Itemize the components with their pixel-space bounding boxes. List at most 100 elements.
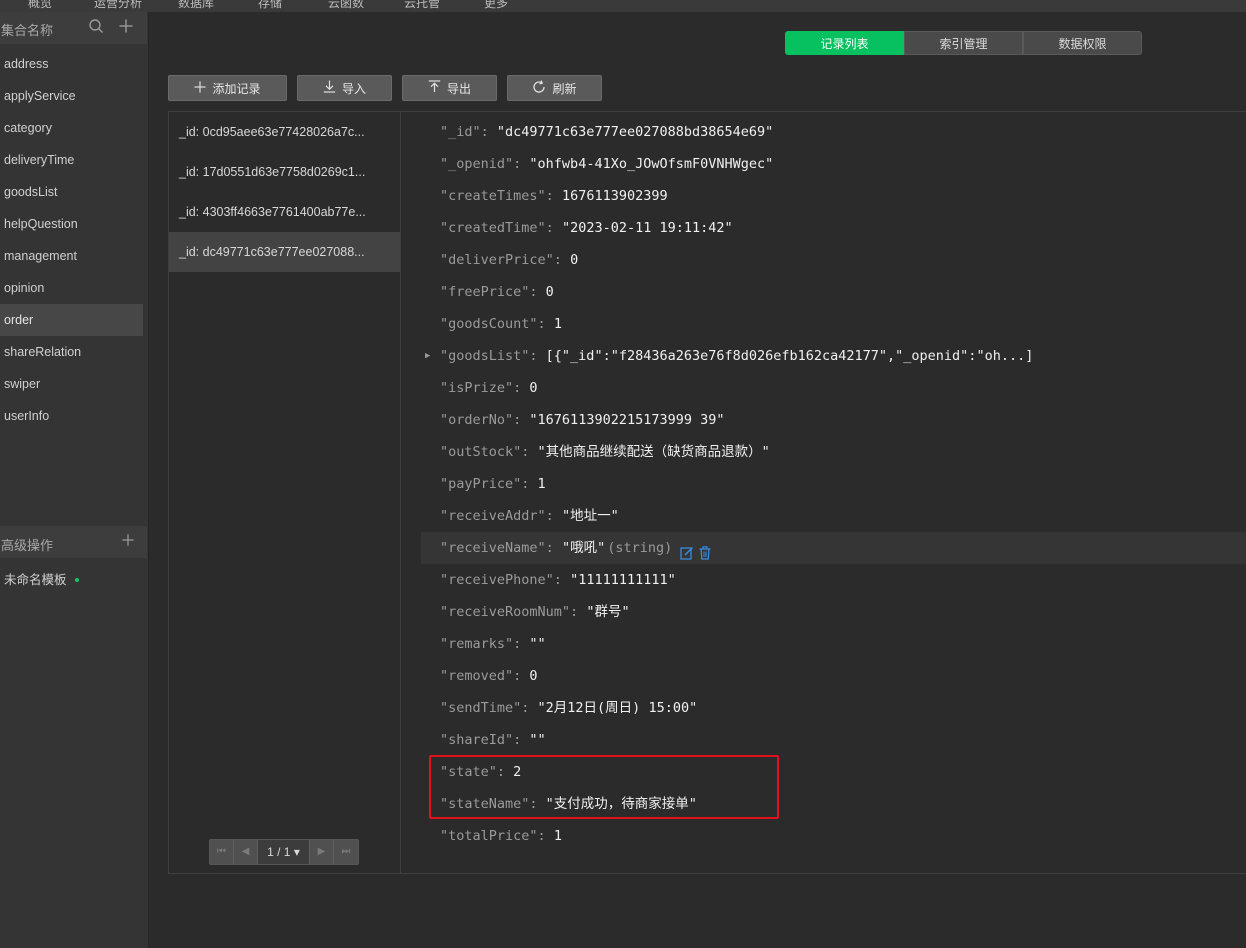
template-item[interactable]: 未命名模板: [4, 569, 79, 588]
sidebar-item-address[interactable]: address: [0, 48, 143, 80]
field-value: "11111111111": [570, 572, 676, 588]
nav-item-database[interactable]: 数据库: [178, 0, 214, 11]
sidebar-item-goodsList[interactable]: goodsList: [0, 176, 143, 208]
sidebar-item-shareRelation[interactable]: shareRelation: [0, 336, 143, 368]
nav-item-analytics[interactable]: 运营分析: [94, 0, 142, 11]
field-value: 0: [545, 284, 554, 300]
sidebar-item-opinion[interactable]: opinion: [0, 272, 143, 304]
highlight-box: [429, 755, 779, 819]
field-row[interactable]: "receiveAddr": "地址一": [421, 500, 1246, 532]
field-row[interactable]: "remarks": "": [421, 628, 1246, 660]
sidebar-item-userInfo[interactable]: userInfo: [0, 400, 143, 432]
nav-item-functions[interactable]: 云函数: [328, 0, 364, 11]
add-template-plus-icon[interactable]: [121, 532, 135, 550]
nav-item-cloudrun[interactable]: 云托管: [404, 0, 440, 11]
field-row[interactable]: "deliverPrice": 0: [421, 244, 1246, 276]
advanced-ops-header: 高级操作: [0, 526, 147, 558]
search-icon[interactable]: [87, 18, 105, 36]
field-separator: :: [480, 124, 497, 140]
last-page-button[interactable]: ⏭: [334, 840, 358, 864]
field-row[interactable]: "goodsCount": 1: [421, 308, 1246, 340]
field-value: 1: [553, 316, 562, 332]
sidebar-item-management[interactable]: management: [0, 240, 143, 272]
field-row[interactable]: "removed": 0: [421, 660, 1246, 692]
field-row[interactable]: "isPrize": 0: [421, 372, 1246, 404]
field-row[interactable]: "orderNo": "1676113902215173999 39": [421, 404, 1246, 436]
field-value: 0: [529, 380, 538, 396]
field-value: 1: [553, 828, 562, 844]
field-value: "": [529, 636, 546, 652]
add-record-button[interactable]: 添加记录: [168, 75, 287, 101]
record-item[interactable]: _id: 4303ff4663e7761400ab77e...: [169, 192, 400, 232]
collection-header-label: 集合名称: [1, 23, 54, 38]
add-collection-plus-icon[interactable]: [117, 18, 135, 36]
field-row[interactable]: "payPrice": 1: [421, 468, 1246, 500]
nav-item-overview[interactable]: 概览: [28, 0, 52, 11]
pagination: ⏮ ◀ 1 / 1 ▾ ▶ ⏭: [209, 839, 359, 865]
field-key: "goodsCount": [440, 316, 538, 332]
import-button[interactable]: 导入: [297, 75, 392, 101]
field-key: "isPrize": [440, 380, 514, 396]
prev-page-button[interactable]: ◀: [234, 840, 258, 864]
tab-record-list[interactable]: 记录列表: [785, 31, 904, 55]
field-key: "receiveName": [440, 540, 546, 556]
field-separator: :: [537, 316, 554, 332]
triangle-right-icon[interactable]: ▶: [425, 340, 430, 372]
field-value: "2023-02-11 19:11:42": [561, 220, 733, 236]
field-key: "orderNo": [440, 412, 514, 428]
field-row[interactable]: ▶ "goodsList": [{"_id":"f28436a263e76f8d0…: [421, 340, 1246, 372]
sidebar-item-deliveryTime[interactable]: deliveryTime: [0, 144, 143, 176]
field-separator: :: [537, 828, 554, 844]
field-value: "ohfwb4-41Xo_JOwOfsmF0VNHWgec": [529, 156, 774, 172]
record-item[interactable]: _id: 0cd95aee63e77428026a7c...: [169, 112, 400, 152]
collection-header: 集合名称: [0, 12, 147, 44]
field-row[interactable]: "outStock": "其他商品继续配送（缺货商品退款）": [421, 436, 1246, 468]
field-row[interactable]: "totalPrice": 1: [421, 820, 1246, 852]
field-key: "outStock": [440, 444, 522, 460]
field-row[interactable]: "freePrice": 0: [421, 276, 1246, 308]
field-row[interactable]: "receiveRoomNum": "群号": [421, 596, 1246, 628]
field-separator: :: [553, 572, 571, 588]
field-separator: :: [521, 444, 538, 460]
field-row[interactable]: "sendTime": "2月12日(周日) 15:00": [421, 692, 1246, 724]
first-page-button[interactable]: ⏮: [210, 840, 234, 864]
chevron-down-icon: ▾: [293, 845, 300, 859]
trash-icon[interactable]: [698, 540, 712, 560]
nav-item-more[interactable]: 更多: [484, 0, 508, 11]
field-key: "createdTime": [440, 220, 546, 236]
next-page-button[interactable]: ▶: [310, 840, 334, 864]
tab-index-management[interactable]: 索引管理: [904, 31, 1023, 55]
refresh-label: 刷新: [552, 81, 577, 96]
field-row[interactable]: "receivePhone": "11111111111": [421, 564, 1246, 596]
field-value: [{"_id":"f28436a263e76f8d026efb162ca4217…: [545, 348, 1034, 364]
field-value: "地址一": [561, 508, 619, 524]
template-label: 未命名模板: [4, 573, 67, 587]
field-row[interactable]: "createdTime": "2023-02-11 19:11:42": [421, 212, 1246, 244]
field-separator: :: [545, 540, 562, 556]
record-item[interactable]: _id: 17d0551d63e7758d0269c1...: [169, 152, 400, 192]
refresh-button[interactable]: 刷新: [507, 75, 602, 101]
field-value: 1676113902399: [561, 188, 668, 204]
field-separator: :: [529, 284, 546, 300]
sidebar-item-helpQuestion[interactable]: helpQuestion: [0, 208, 143, 240]
edit-icon[interactable]: [680, 540, 694, 560]
sidebar-item-swiper[interactable]: swiper: [0, 368, 143, 400]
field-separator: :: [545, 188, 562, 204]
field-row[interactable]: "shareId": "": [421, 724, 1246, 756]
tab-data-permissions[interactable]: 数据权限: [1023, 31, 1142, 55]
download-icon: [323, 80, 336, 96]
sidebar-item-order[interactable]: order: [0, 304, 143, 336]
sidebar-item-applyService[interactable]: applyService: [0, 80, 143, 112]
sidebar-item-category[interactable]: category: [0, 112, 143, 144]
view-tabs: 记录列表 索引管理 数据权限: [785, 31, 1142, 55]
field-value: "dc49771c63e777ee027088bd38654e69": [496, 124, 774, 140]
field-row[interactable]: "_openid": "ohfwb4-41Xo_JOwOfsmF0VNHWgec…: [421, 148, 1246, 180]
page-select[interactable]: 1 / 1 ▾: [258, 840, 310, 864]
field-row[interactable]: "_id": "dc49771c63e777ee027088bd38654e69…: [421, 116, 1246, 148]
field-row[interactable]: "receiveName": "哦吼" (string): [421, 532, 1246, 564]
export-button[interactable]: 导出: [402, 75, 497, 101]
refresh-icon: [532, 79, 546, 97]
field-row[interactable]: "createTimes": 1676113902399: [421, 180, 1246, 212]
record-item[interactable]: _id: dc49771c63e777ee027088...: [169, 232, 400, 272]
nav-item-storage[interactable]: 存储: [258, 0, 282, 11]
